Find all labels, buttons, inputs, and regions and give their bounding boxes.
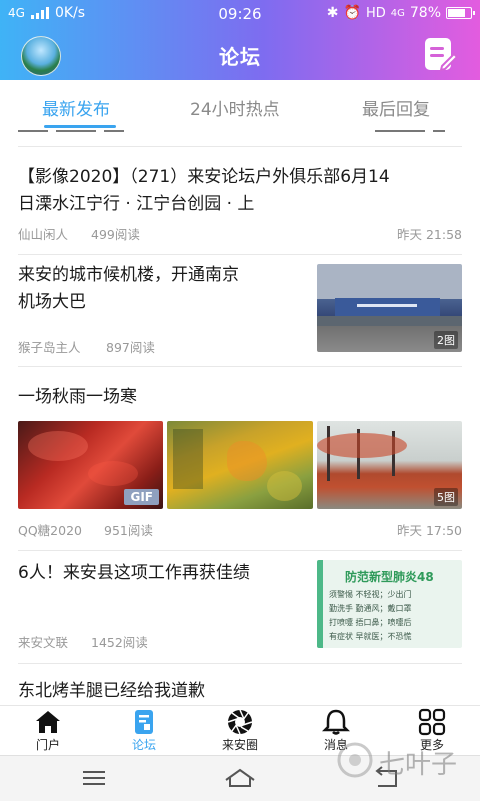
image-count-badge: 2图 — [434, 331, 458, 349]
watermark: 七叶子 — [335, 732, 475, 792]
post-thumbnail[interactable]: 防范新型肺炎48 须警惕 不轻视；少出门 勤洗手 勤通风；戴口罩 打喷嚏 捂口鼻… — [317, 560, 462, 648]
nav-label: 论坛 — [131, 738, 156, 752]
post-author: 来安文联 — [18, 635, 69, 650]
app-header: 4G 0K/s 09:26 ✱ ⏰ HD 4G 78% 论坛 — [0, 0, 480, 80]
battery-percent: 78% — [409, 5, 441, 21]
post-author: 仙山闲人 — [18, 227, 69, 242]
post-title: 一场秋雨一场寒 — [18, 387, 137, 407]
bluetooth-icon: ✱ — [326, 5, 339, 21]
home-icon — [36, 711, 60, 733]
status-bar: 4G 0K/s 09:26 ✱ ⏰ HD 4G 78% — [0, 0, 480, 28]
post-time: 昨天 17:50 — [397, 523, 462, 538]
nav-laian-circle[interactable]: 来安圈 — [205, 706, 275, 756]
post-reads: 499阅读 — [91, 227, 140, 242]
post-title: 6人！来安县这项工作再获佳绩 — [18, 563, 250, 583]
divider — [18, 146, 462, 147]
active-tab-indicator — [44, 125, 116, 128]
nav-label: 来安圈 — [221, 738, 258, 752]
tab-last-reply[interactable]: 最后回复 — [362, 95, 430, 120]
thumb-heading: 防范新型肺炎48 — [345, 570, 434, 584]
post-time: 昨天 21:58 — [397, 227, 462, 242]
page-title: 论坛 — [219, 45, 261, 69]
thumb-line: 打喷嚏 捂口鼻；喷嚏后 — [329, 618, 412, 627]
hd-label: HD — [365, 5, 386, 21]
alarm-icon: ⏰ — [343, 5, 361, 21]
post-title: 来安的城市候机楼，开通南京 机场大巴 — [18, 262, 298, 316]
post-author: 猴子岛主人 — [18, 340, 81, 355]
post-title-line: 来安的城市候机楼，开通南京 — [18, 265, 239, 285]
aperture-icon — [227, 709, 253, 735]
battery-icon — [446, 7, 475, 19]
nav-forum[interactable]: 论坛 — [109, 706, 179, 756]
post-title: 【影像2020】（271）来安论坛户外俱乐部6月14 日溧水江宁行 · 江宁台创… — [18, 164, 468, 218]
post-reads: 951阅读 — [104, 523, 153, 538]
title-bar: 论坛 — [0, 28, 480, 80]
post-title-line: 【影像2020】（271）来安论坛户外俱乐部6月14 — [18, 167, 390, 187]
status-right: ✱ ⏰ HD 4G 78% — [326, 5, 475, 21]
post-reads: 897阅读 — [106, 340, 155, 355]
tab-24h-hot[interactable]: 24小时热点 — [190, 95, 280, 120]
image-count-badge: 5图 — [434, 488, 458, 506]
tab-latest[interactable]: 最新发布 — [42, 95, 110, 120]
network-type-2: 4G — [390, 7, 405, 19]
divider — [18, 254, 462, 255]
menu-icon[interactable] — [74, 764, 114, 792]
compose-icon[interactable] — [422, 36, 458, 72]
clipped-post-remnant — [18, 130, 462, 133]
forum-icon — [135, 710, 153, 734]
watermark-text: 七叶子 — [379, 750, 458, 780]
divider — [18, 366, 462, 367]
watermark-logo-icon — [337, 742, 373, 778]
post-title-line: 机场大巴 — [18, 292, 86, 312]
post-author: QQ糖2020 — [18, 523, 82, 538]
gif-badge: GIF — [124, 489, 159, 505]
divider — [18, 550, 462, 551]
post-image[interactable] — [167, 421, 313, 509]
post-feed[interactable]: 【影像2020】（271）来安论坛户外俱乐部6月14 日溧水江宁行 · 江宁台创… — [0, 130, 480, 705]
feed-tabs: 最新发布 24小时热点 最后回复 — [0, 80, 480, 130]
post-image[interactable]: 5图 — [317, 421, 462, 509]
thumb-lines: 须警惕 不轻视；少出门 勤洗手 勤通风；戴口罩 打喷嚏 捂口鼻；喷嚏后 有症状 … — [329, 588, 412, 644]
post-reads: 1452阅读 — [91, 635, 148, 650]
post-thumbnail[interactable]: 2图 — [317, 264, 462, 352]
post-title-line: 日溧水江宁行 · 江宁台创园 · 上 — [18, 194, 255, 214]
nav-label: 门户 — [35, 738, 60, 752]
post-title: 东北烤羊腿已经给我道歉 — [18, 681, 205, 701]
nav-portal[interactable]: 门户 — [13, 706, 83, 756]
thumb-line: 勤洗手 勤通风；戴口罩 — [329, 604, 412, 613]
thumb-line: 有症状 早就医；不恐慌 — [329, 632, 412, 641]
thumb-line: 须警惕 不轻视；少出门 — [329, 590, 412, 599]
divider — [18, 663, 462, 664]
home-button-icon[interactable] — [220, 764, 260, 792]
post-image[interactable]: GIF — [18, 421, 163, 509]
